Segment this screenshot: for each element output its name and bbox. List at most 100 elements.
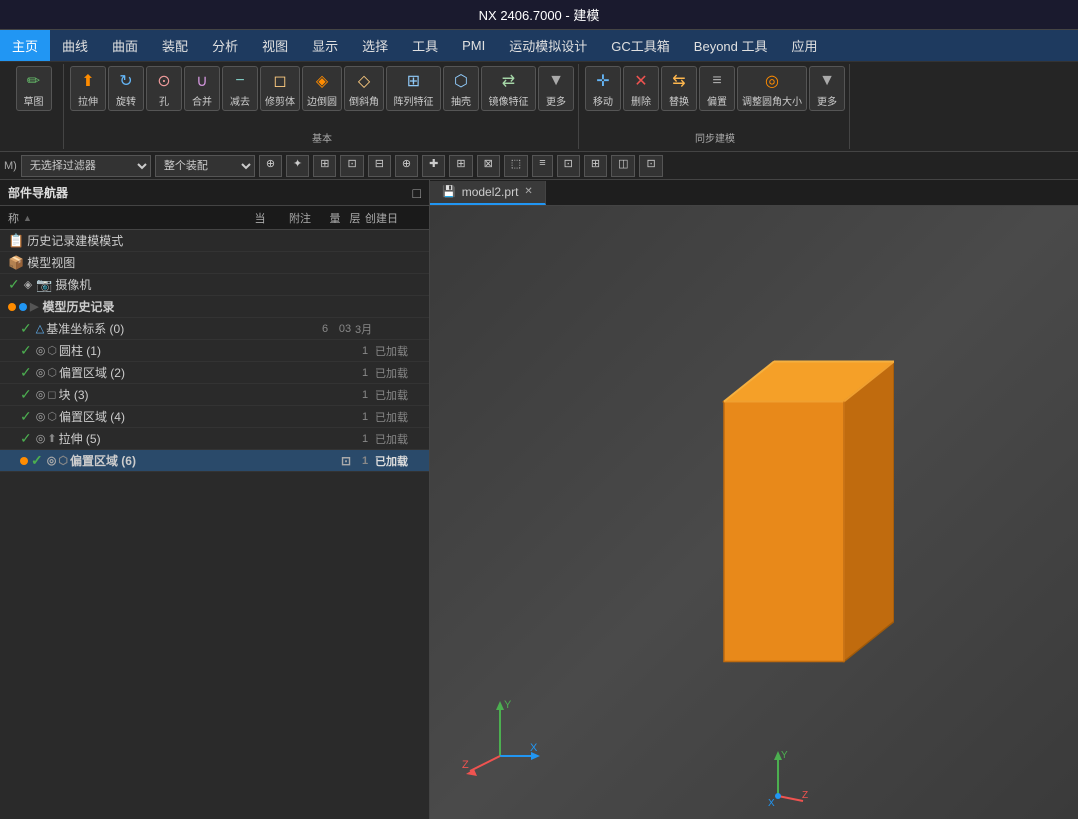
revolve-icon: ↻: [114, 69, 138, 93]
toolbar-ribbon: ✏ 草图 ⬆ 拉伸 ↻ 旋转 ⊙ 孔 ∪ 合并 −: [0, 62, 1078, 152]
toolbar2: M) 无选择过滤器 整个装配 ⊕ ✦ ⊞ ⊡ ⊟ ⊕ ✚ ⊞ ⊠ ⬚ ≡ ⊡ ⊞…: [0, 152, 1078, 180]
menu-beyond[interactable]: Beyond 工具: [682, 30, 780, 61]
trim-icon: ◻: [268, 69, 292, 93]
menu-app[interactable]: 应用: [780, 30, 830, 61]
menu-analysis[interactable]: 分析: [200, 30, 250, 61]
nav-item-model-history[interactable]: ▶ 模型历史记录: [0, 296, 429, 318]
chamfer-button[interactable]: ◇ 倒斜角: [344, 66, 384, 111]
adjust-button[interactable]: ◎ 调整圆角大小: [737, 66, 807, 111]
toolbar2-btn-13[interactable]: ⊞: [584, 155, 607, 177]
toolbar2-btn-4[interactable]: ⊡: [340, 155, 363, 177]
mirror-button[interactable]: ⇄ 镜像特征: [481, 66, 536, 111]
offset-button[interactable]: ≡ 偏置: [699, 66, 735, 111]
menu-gctoolbox[interactable]: GC工具箱: [599, 30, 682, 61]
viewport-3d[interactable]: Y X Z Y: [430, 206, 1078, 819]
nav-item-offset2[interactable]: ✓ ◎ ⬡ 偏置区域 (2) 1 已加载: [0, 362, 429, 384]
offset6-dot: [20, 457, 28, 465]
title-bar: NX 2406.7000 - 建模: [0, 0, 1078, 30]
toolbar2-btn-2[interactable]: ✦: [286, 155, 309, 177]
more-sync-button[interactable]: ▼ 更多: [809, 66, 845, 111]
nav-item-model-view[interactable]: 📦 模型视图: [0, 252, 429, 274]
nav-item-camera[interactable]: ✓ ◈ 📷 摄像机: [0, 274, 429, 296]
nav-columns: 称 ▲ 当 附注 量 层 创建日: [0, 206, 429, 230]
basic-group-label: 基本: [312, 130, 332, 147]
extrude5-icon: ⬆: [47, 432, 56, 445]
nav-item-history-mode[interactable]: 📋 历史记录建模模式: [0, 230, 429, 252]
menu-pmi[interactable]: PMI: [450, 30, 497, 61]
toolbar2-btn-14[interactable]: ◫: [611, 155, 635, 177]
assembly-select[interactable]: 整个装配: [155, 155, 255, 177]
edge-round-button[interactable]: ◈ 边倒圆: [302, 66, 342, 111]
menu-select[interactable]: 选择: [350, 30, 400, 61]
svg-text:Z: Z: [802, 790, 808, 801]
menu-curve[interactable]: 曲线: [50, 30, 100, 61]
menu-display[interactable]: 显示: [300, 30, 350, 61]
hole-button[interactable]: ⊙ 孔: [146, 66, 182, 111]
nav-item-datum-csys[interactable]: ✓ △ 基准坐标系 (0) 6 03 3月: [0, 318, 429, 340]
trim-button[interactable]: ◻ 修剪体: [260, 66, 300, 111]
svg-text:Y: Y: [781, 750, 788, 761]
toolbar-group-sync: ✛ 移动 ✕ 删除 ⇆ 替换 ≡ 偏置 ◎ 调整圆角大小 ▼ 更多: [581, 64, 850, 149]
history-folder-icon: ▶: [30, 300, 38, 313]
sketch-button[interactable]: ✏ 草图: [16, 66, 52, 111]
menu-home[interactable]: 主页: [0, 30, 50, 61]
toolbar2-btn-1[interactable]: ⊕: [259, 155, 282, 177]
toolbar2-btn-15[interactable]: ⊡: [639, 155, 662, 177]
extrude-icon: ⬆: [76, 69, 100, 93]
edge-round-icon: ◈: [310, 69, 334, 93]
move-icon: ✛: [591, 69, 615, 93]
app-title: NX 2406.7000 - 建模: [479, 5, 600, 24]
nav-item-block[interactable]: ✓ ◎ ◻ 块 (3) 1 已加载: [0, 384, 429, 406]
menu-motion[interactable]: 运动模拟设计: [497, 30, 599, 61]
toolbar2-btn-9[interactable]: ⊠: [477, 155, 500, 177]
subtract-button[interactable]: − 减去: [222, 66, 258, 111]
replace-icon: ⇆: [667, 69, 691, 93]
3d-box: [694, 321, 894, 704]
replace-button[interactable]: ⇆ 替换: [661, 66, 697, 111]
axes-indicator: Y X Z: [460, 696, 540, 779]
toolbar2-btn-3[interactable]: ⊞: [313, 155, 336, 177]
merge-button[interactable]: ∪ 合并: [184, 66, 220, 111]
offset-icon: ≡: [705, 69, 729, 93]
block-icon: ◻: [47, 388, 56, 401]
move-button[interactable]: ✛ 移动: [585, 66, 621, 111]
array-button[interactable]: ⊞ 阵列特征: [386, 66, 441, 111]
vp-close-icon[interactable]: ✕: [524, 186, 532, 197]
shell-icon: ⬡: [449, 69, 473, 93]
nav-item-extrude5[interactable]: ✓ ◎ ⬆ 拉伸 (5) 1 已加载: [0, 428, 429, 450]
toolbar2-btn-5[interactable]: ⊟: [368, 155, 391, 177]
chamfer-icon: ◇: [352, 69, 376, 93]
extrude-button[interactable]: ⬆ 拉伸: [70, 66, 106, 111]
toolbar2-btn-11[interactable]: ≡: [532, 155, 552, 177]
offset4-check-icon: ✓: [20, 408, 32, 425]
offset6-check-icon: ✓: [31, 452, 43, 469]
toolbar2-btn-8[interactable]: ⊞: [449, 155, 472, 177]
revolve-button[interactable]: ↻ 旋转: [108, 66, 144, 111]
toolbar2-btn-12[interactable]: ⊡: [557, 155, 580, 177]
menu-assembly[interactable]: 装配: [150, 30, 200, 61]
subtract-icon: −: [228, 69, 252, 93]
menu-tools[interactable]: 工具: [400, 30, 450, 61]
nav-item-cylinder[interactable]: ✓ ◎ ⬡ 圆柱 (1) 1 已加载: [0, 340, 429, 362]
viewport-tab-model2[interactable]: 💾 model2.prt ✕: [430, 181, 546, 205]
sketch-icon: ✏: [22, 69, 46, 93]
menu-bar: 主页 曲线 曲面 装配 分析 视图 显示 选择 工具 PMI 运动模拟设计 GC…: [0, 30, 1078, 62]
viewport-tab-bar: 💾 model2.prt ✕: [430, 180, 1078, 206]
more-basic-button[interactable]: ▼ 更多: [538, 66, 574, 111]
nav-item-offset6[interactable]: ✓ ◎ ⬡ 偏置区域 (6) ⊡ 1 已加载: [0, 450, 429, 472]
toolbar2-btn-10[interactable]: ⬚: [504, 155, 528, 177]
nav-maximize-icon[interactable]: □: [413, 185, 421, 201]
nav-item-offset4[interactable]: ✓ ◎ ⬡ 偏置区域 (4) 1 已加载: [0, 406, 429, 428]
offset4-vis-icon: ◎: [36, 410, 46, 423]
datum-check-icon: ✓: [20, 320, 32, 337]
toolbar2-prefix: M): [4, 160, 17, 172]
vp-tab-label: model2.prt: [462, 185, 519, 199]
delete-button[interactable]: ✕ 删除: [623, 66, 659, 111]
shell-button[interactable]: ⬡ 抽壳: [443, 66, 479, 111]
filter-select[interactable]: 无选择过滤器: [21, 155, 151, 177]
toolbar2-btn-6[interactable]: ⊕: [395, 155, 418, 177]
model-view-icon: 📦: [8, 255, 24, 271]
menu-view[interactable]: 视图: [250, 30, 300, 61]
menu-surface[interactable]: 曲面: [100, 30, 150, 61]
toolbar2-btn-7[interactable]: ✚: [422, 155, 445, 177]
